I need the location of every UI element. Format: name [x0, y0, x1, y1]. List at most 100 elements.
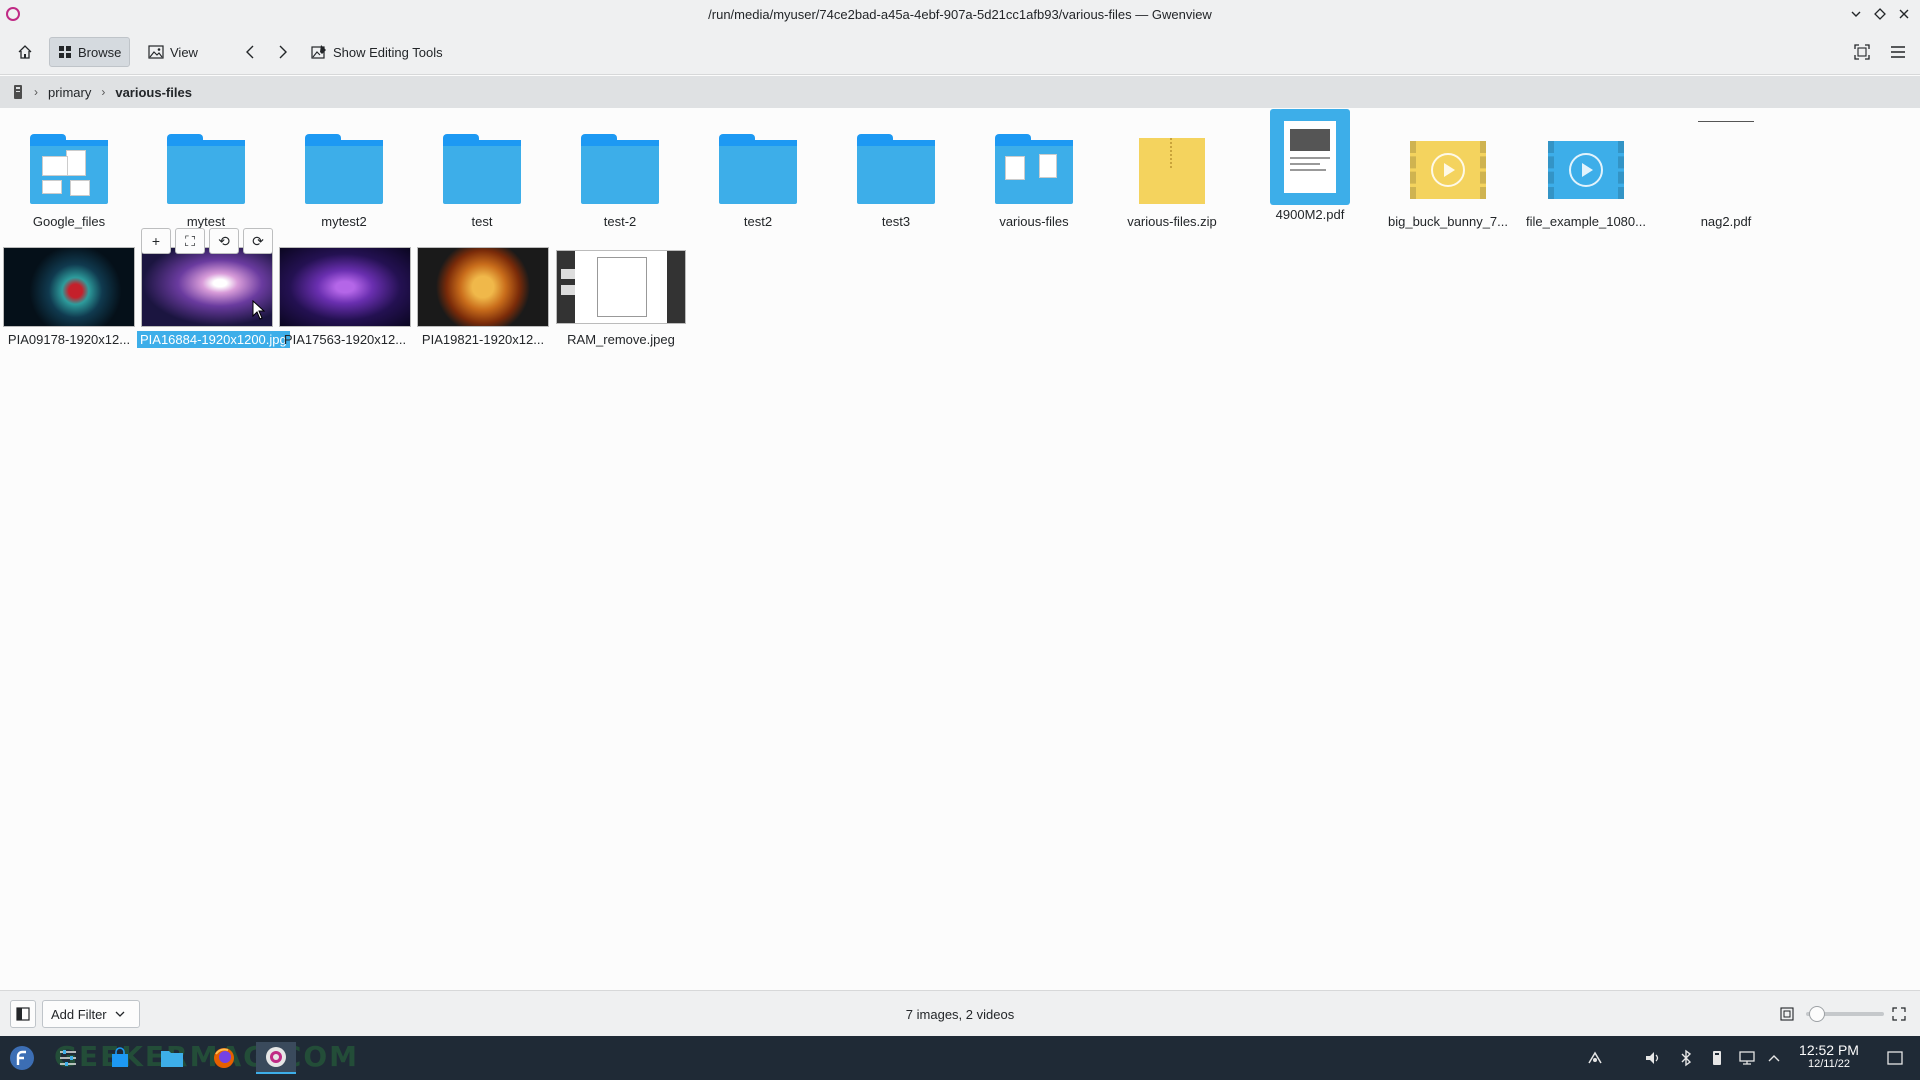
thumbnail-item[interactable]: various-files: [966, 116, 1102, 234]
previous-button[interactable]: [237, 37, 263, 67]
network-wired-icon[interactable]: [1738, 1049, 1756, 1067]
zoom-out-icon[interactable]: [1780, 1007, 1794, 1021]
chevron-left-icon: [246, 45, 254, 59]
removable-device-icon[interactable]: [1708, 1049, 1726, 1067]
thumbnail-item[interactable]: RAM_remove.jpeg: [553, 234, 689, 352]
add-to-selection-icon[interactable]: +: [141, 228, 171, 254]
thumbnail-item[interactable]: mytest: [138, 116, 274, 234]
hamburger-icon: [1891, 46, 1905, 58]
drive-icon[interactable]: [12, 84, 24, 100]
thumbnail-item[interactable]: Google_files: [1, 116, 137, 234]
home-button[interactable]: [10, 37, 40, 67]
minimize-icon[interactable]: [1846, 4, 1866, 24]
taskbar-file-manager[interactable]: [152, 1042, 192, 1074]
start-menu-button[interactable]: [2, 1042, 42, 1074]
breadcrumb-item-primary[interactable]: primary: [48, 85, 91, 100]
taskbar-system-settings[interactable]: [48, 1042, 88, 1074]
folder-icon: [30, 134, 108, 204]
image-thumbnail: [3, 247, 135, 327]
show-editing-tools-button[interactable]: Show Editing Tools: [303, 37, 451, 67]
bluetooth-icon[interactable]: [1677, 1049, 1695, 1067]
thumbnail-item-hovered[interactable]: + ⛶ ⟲ ⟳ PIA16884-1920x1200.jpg: [137, 228, 290, 352]
file-name: test2: [743, 214, 773, 229]
archive-icon: [1139, 138, 1205, 204]
rotate-right-icon[interactable]: ⟳: [243, 228, 273, 254]
thumbnail-grid[interactable]: Google_files mytest mytest2 test test-2 …: [0, 108, 1920, 988]
thumbnail-item[interactable]: mytest2: [276, 116, 412, 234]
file-name: mytest2: [321, 214, 367, 229]
taskbar-discover[interactable]: [100, 1042, 140, 1074]
window-title: /run/media/myuser/74ce2bad-a45a-4ebf-907…: [708, 7, 1212, 22]
chevron-right-icon: ›: [34, 85, 38, 99]
show-desktop-icon[interactable]: [1886, 1049, 1904, 1067]
taskbar-firefox[interactable]: [204, 1042, 244, 1074]
edit-image-icon: [311, 45, 326, 59]
file-name: PIA09178-1920x12...: [7, 332, 131, 347]
file-name: various-files: [999, 214, 1069, 229]
browse-button[interactable]: Browse: [49, 37, 131, 67]
folder-icon: [719, 134, 797, 204]
firefox-icon: [214, 1048, 234, 1068]
pdf-thumbnail: [1270, 109, 1350, 205]
shopping-bag-icon: [112, 1047, 128, 1067]
chevron-right-icon: [279, 45, 287, 59]
zoom-in-icon[interactable]: [1892, 1007, 1906, 1021]
video-icon: [1548, 141, 1624, 199]
file-name: big_buck_bunny_7...: [1388, 214, 1508, 229]
file-name: PIA19821-1920x12...: [421, 332, 545, 347]
clock-time: 12:52 PM: [1799, 1042, 1859, 1058]
fedora-logo-icon: [10, 1046, 34, 1070]
fullscreen-icon[interactable]: ⛶: [175, 228, 205, 254]
folder-icon: [581, 134, 659, 204]
thumbnail-item[interactable]: test: [414, 116, 550, 234]
thumbnail-item[interactable]: test2: [690, 116, 826, 234]
breadcrumb-item-current[interactable]: various-files: [115, 85, 192, 100]
file-name: nag2.pdf: [1700, 214, 1752, 229]
thumbnail-item[interactable]: various-files.zip: [1104, 116, 1240, 234]
file-name: test3: [881, 214, 911, 229]
thumbnail-item[interactable]: nag2.pdf: [1658, 116, 1794, 234]
folder-icon: [161, 1051, 183, 1067]
file-name: RAM_remove.jpeg: [567, 332, 675, 347]
folder-icon: [167, 134, 245, 204]
breadcrumb: › primary › various-files: [0, 76, 1920, 108]
main-toolbar: Browse View Show Editing Tools: [0, 28, 1920, 75]
clock[interactable]: 12:52 PM 12/11/22: [1786, 1042, 1872, 1070]
file-name: test: [471, 214, 493, 229]
status-text: 7 images, 2 videos: [905, 1007, 1015, 1022]
taskbar: GEEKERMAG.COM 12:52 PM 12/11/22: [0, 1036, 1920, 1080]
file-name: file_example_1080...: [1526, 214, 1646, 229]
status-bar: Add Filter 7 images, 2 videos: [0, 990, 1920, 1036]
thumbnail-item[interactable]: file_example_1080...: [1518, 116, 1654, 234]
title-bar: /run/media/myuser/74ce2bad-a45a-4ebf-907…: [0, 0, 1920, 28]
network-activity-icon[interactable]: [1586, 1049, 1604, 1067]
thumbnail-item-selected[interactable]: 4900M2.pdf: [1242, 109, 1378, 227]
close-icon[interactable]: [1894, 4, 1914, 24]
folder-icon: [857, 134, 935, 204]
thumbnail-item[interactable]: test3: [828, 116, 964, 234]
thumbnail-item[interactable]: PIA19821-1920x12...: [415, 234, 551, 352]
view-button[interactable]: View: [140, 37, 206, 67]
rotate-left-icon[interactable]: ⟲: [209, 228, 239, 254]
chevron-up-icon[interactable]: [1765, 1049, 1783, 1067]
fullscreen-button[interactable]: [1848, 37, 1876, 67]
thumbnail-size-slider[interactable]: [1806, 1006, 1884, 1022]
volume-icon[interactable]: [1644, 1049, 1662, 1067]
image-thumbnail: [556, 250, 686, 324]
maximize-icon[interactable]: [1870, 4, 1890, 24]
thumbnail-item[interactable]: PIA17563-1920x12...: [277, 234, 413, 352]
thumbnail-item[interactable]: big_buck_bunny_7...: [1380, 116, 1516, 234]
thumbnail-item[interactable]: test-2: [552, 116, 688, 234]
folder-icon: [995, 134, 1073, 204]
editing-tools-label: Show Editing Tools: [333, 44, 443, 60]
grid-icon: [59, 46, 71, 58]
next-button[interactable]: [270, 37, 296, 67]
browse-label: Browse: [78, 44, 122, 60]
home-icon: [18, 45, 32, 59]
taskbar-gwenview[interactable]: [256, 1042, 296, 1074]
slider-handle[interactable]: [1809, 1006, 1826, 1022]
thumbnail-item[interactable]: PIA09178-1920x12...: [1, 234, 137, 352]
hamburger-menu-button[interactable]: [1884, 37, 1912, 67]
clock-date: 12/11/22: [1807, 1058, 1850, 1070]
view-label: View: [170, 44, 198, 60]
